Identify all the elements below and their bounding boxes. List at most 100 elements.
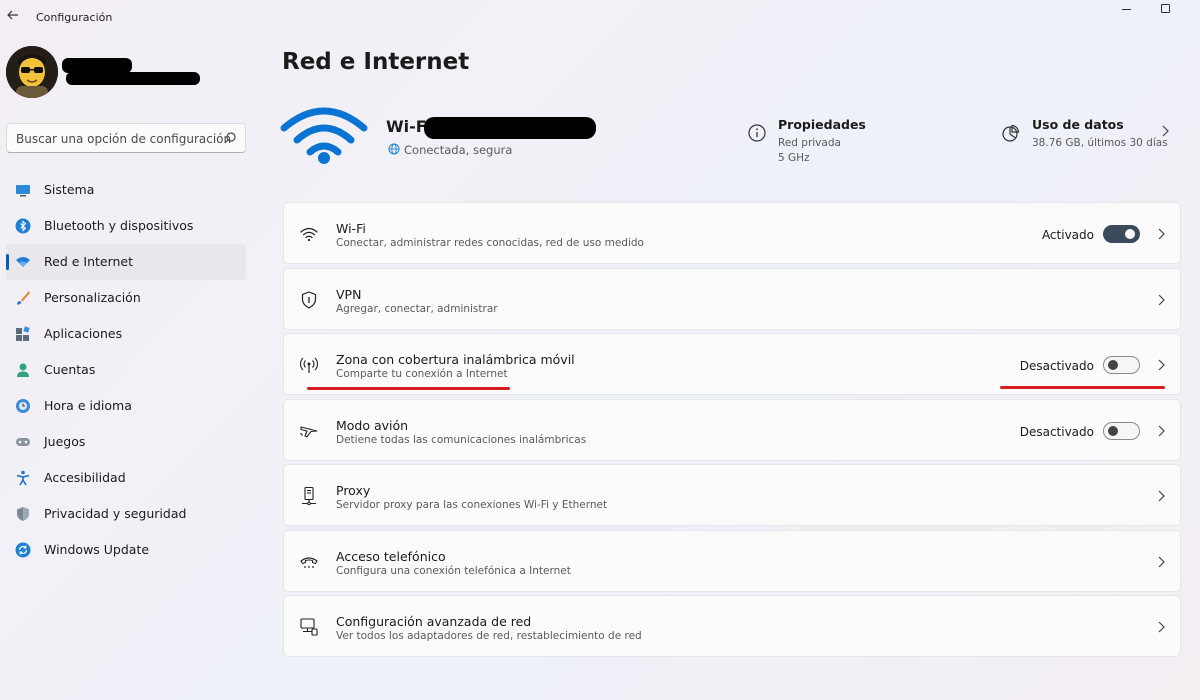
data-usage-summary: 38.76 GB, últimos 30 días (1032, 137, 1168, 149)
sidebar-item-label: Red e Internet (44, 254, 134, 269)
airplane-icon (300, 425, 318, 437)
card-subtitle: Servidor proxy para las conexiones Wi-Fi… (336, 499, 608, 511)
card-title: Proxy (336, 483, 371, 498)
card-wifi[interactable]: Wi-Fi Conectar, administrar redes conoci… (283, 202, 1181, 264)
data-usage-title: Uso de datos (1032, 117, 1124, 132)
shield-icon (301, 290, 317, 309)
sidebar-item-label: Sistema (44, 182, 95, 197)
sidebar-item-aplicaciones[interactable]: Aplicaciones (6, 316, 246, 352)
toggle-state-label: Desactivado (1019, 424, 1094, 439)
card-airplane-mode[interactable]: Modo avión Detiene todas las comunicacio… (283, 398, 1181, 461)
card-vpn[interactable]: VPN Agregar, conectar, administrar (283, 267, 1181, 330)
accessibility-icon (16, 470, 30, 486)
sidebar-item-label: Personalización (44, 290, 141, 305)
wifi-toggle[interactable] (1103, 225, 1140, 243)
toggle-state-label: Activado (1041, 228, 1094, 242)
arrow-left-icon (7, 10, 18, 20)
properties-title: Propiedades (778, 117, 866, 132)
chevron-right-icon (1158, 490, 1165, 502)
maximize-button[interactable] (1161, 4, 1170, 13)
chevron-right-icon (1158, 228, 1165, 240)
chevron-right-icon (1158, 621, 1165, 633)
minimize-button[interactable] (1120, 2, 1134, 16)
card-proxy[interactable]: Proxy Servidor proxy para las conexiones… (283, 464, 1181, 526)
person-icon (17, 363, 29, 377)
page-title: Red e Internet (282, 49, 470, 75)
sidebar-item-juegos[interactable]: Juegos (6, 424, 246, 460)
wifi-icon (16, 257, 30, 267)
card-title: Modo avión (336, 417, 409, 433)
hotspot-icon (299, 357, 319, 373)
sidebar-item-label: Accesibilidad (44, 470, 126, 485)
sidebar-item-label: Privacidad y seguridad (44, 506, 187, 521)
sidebar-item-cuentas[interactable]: Cuentas (6, 352, 246, 388)
sidebar-item-label: Windows Update (44, 542, 150, 557)
hotspot-toggle[interactable] (1103, 356, 1140, 374)
card-subtitle: Configura una conexión telefónica a Inte… (336, 564, 571, 577)
ssid-redacted (424, 117, 596, 139)
sidebar-item-hora-idioma[interactable]: Hora e idioma (6, 388, 246, 424)
card-subtitle: Comparte tu conexión a Internet (336, 368, 508, 380)
sidebar-nav: Sistema Bluetooth y dispositivos Red e I… (6, 172, 246, 568)
bluetooth-icon (15, 218, 31, 234)
monitor-icon (16, 185, 30, 197)
search-icon[interactable] (223, 131, 237, 145)
properties-network-type: Red privada (778, 137, 841, 149)
network-adapter-icon (300, 618, 318, 636)
sidebar-item-accesibilidad[interactable]: Accesibilidad (6, 460, 246, 496)
brush-icon (17, 291, 30, 305)
card-title: Acceso telefónico (336, 548, 446, 564)
sidebar-item-bluetooth[interactable]: Bluetooth y dispositivos (6, 208, 246, 244)
sidebar-item-label: Bluetooth y dispositivos (44, 218, 194, 233)
app-title: Configuración (36, 11, 113, 24)
sidebar-item-label: Aplicaciones (44, 326, 123, 341)
chevron-right-icon (1158, 425, 1165, 436)
card-subtitle: Ver todos los adaptadores de red, restab… (336, 630, 642, 642)
chevron-right-icon (1158, 294, 1165, 305)
card-title: Wi-Fi (336, 221, 366, 236)
card-subtitle: Conectar, administrar redes conocidas, r… (336, 237, 644, 249)
search-box[interactable]: Buscar una opción de configuración (6, 123, 246, 153)
globe-clock-icon (16, 399, 30, 413)
sidebar-item-windows-update[interactable]: Windows Update (6, 532, 246, 568)
globe-icon (388, 143, 400, 155)
update-icon (15, 542, 31, 558)
annotation-underline-title (307, 387, 510, 390)
sidebar-item-label: Juegos (44, 434, 86, 449)
wifi-connected-icon (280, 107, 368, 164)
pie-chart-icon (1002, 124, 1020, 142)
properties-band: 5 GHz (778, 152, 810, 164)
title-bar: Configuración (0, 0, 1200, 34)
card-title: Zona con cobertura inalámbrica móvil (336, 352, 575, 367)
sidebar-item-personalizacion[interactable]: Personalización (6, 280, 246, 316)
avatar-image (6, 46, 58, 98)
gamepad-icon (16, 438, 30, 446)
chevron-right-icon (1158, 359, 1165, 371)
chevron-right-icon (1158, 556, 1165, 567)
back-button[interactable] (4, 8, 22, 26)
card-title: VPN (336, 286, 362, 302)
annotation-underline-toggle (1000, 386, 1165, 389)
avatar[interactable] (6, 46, 58, 98)
toggle-state-label: Desactivado (1019, 359, 1094, 373)
search-input[interactable]: Buscar una opción de configuración (16, 132, 231, 146)
proxy-icon (302, 486, 316, 506)
info-icon (748, 124, 766, 142)
settings-list: Wi-Fi Conectar, administrar redes conoci… (283, 202, 1181, 661)
sidebar-item-red-internet[interactable]: Red e Internet (6, 244, 246, 280)
sidebar-item-sistema[interactable]: Sistema (6, 172, 246, 208)
connection-status: Conectada, segura (404, 143, 513, 157)
sidebar-item-label: Cuentas (44, 362, 96, 377)
card-subtitle: Agregar, conectar, administrar (336, 302, 498, 315)
sidebar-item-privacidad[interactable]: Privacidad y seguridad (6, 496, 246, 532)
phone-icon (300, 556, 318, 568)
apps-icon (16, 326, 30, 341)
card-dial-up[interactable]: Acceso telefónico Configura una conexión… (283, 529, 1181, 592)
chevron-right-icon (1162, 125, 1169, 137)
sidebar-item-label: Hora e idioma (44, 398, 132, 413)
airplane-mode-toggle[interactable] (1103, 421, 1140, 440)
user-name-redacted (62, 58, 200, 86)
card-advanced-network[interactable]: Configuración avanzada de red Ver todos … (283, 595, 1181, 657)
wifi-icon (300, 227, 318, 242)
shield-icon (17, 507, 29, 521)
